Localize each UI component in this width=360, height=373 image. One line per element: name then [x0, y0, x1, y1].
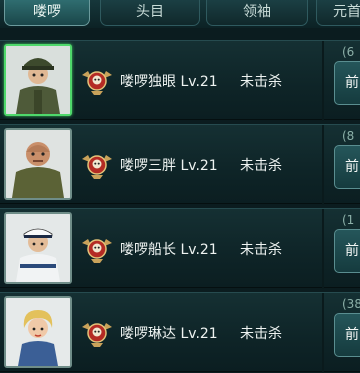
- enemy-name: 喽啰琳达 Lv.21: [120, 326, 218, 342]
- go-button[interactable]: 前: [334, 61, 360, 105]
- go-button[interactable]: 前: [334, 229, 360, 273]
- linda-portrait-icon[interactable]: [4, 296, 72, 368]
- officer-portrait-icon[interactable]: [4, 44, 72, 116]
- enemy-name: 喽啰独眼 Lv.21: [120, 74, 218, 90]
- enemy-row[interactable]: 喽啰船长 Lv.21 未击杀 (1 前: [0, 208, 360, 289]
- kill-status: 未击杀: [240, 242, 282, 258]
- winged-skull-emblem-icon: [82, 323, 112, 347]
- captain-portrait-icon[interactable]: [4, 212, 72, 284]
- count-label: (38: [342, 297, 360, 311]
- enemy-row[interactable]: 喽啰三胖 Lv.21 未击杀 (8 前: [0, 124, 360, 205]
- winged-skull-emblem-icon: [82, 239, 112, 263]
- tab-leader[interactable]: 领袖: [206, 0, 308, 26]
- kill-status: 未击杀: [240, 74, 282, 90]
- divider: [322, 293, 324, 373]
- kill-status: 未击杀: [240, 158, 282, 174]
- bald-soldier-portrait-icon[interactable]: [4, 128, 72, 200]
- enemy-name: 喽啰三胖 Lv.21: [120, 158, 218, 174]
- tab-head-of-state[interactable]: 元首: [316, 0, 360, 26]
- enemy-name: 喽啰船长 Lv.21: [120, 242, 218, 258]
- enemy-row[interactable]: 喽啰琳达 Lv.21 未击杀 (38 前: [0, 292, 360, 373]
- divider: [322, 41, 324, 121]
- tab-boss[interactable]: 头目: [100, 0, 200, 26]
- count-label: (6: [342, 45, 355, 59]
- count-label: (8: [342, 129, 355, 143]
- go-button[interactable]: 前: [334, 145, 360, 189]
- divider: [322, 209, 324, 289]
- kill-status: 未击杀: [240, 326, 282, 342]
- count-label: (1: [342, 213, 355, 227]
- divider: [322, 125, 324, 205]
- tab-bar: 喽啰 头目 领袖 元首: [0, 0, 360, 28]
- winged-skull-emblem-icon: [82, 71, 112, 95]
- tab-minion[interactable]: 喽啰: [4, 0, 90, 26]
- enemy-row[interactable]: 喽啰独眼 Lv.21 未击杀 (6 前: [0, 40, 360, 121]
- winged-skull-emblem-icon: [82, 155, 112, 179]
- go-button[interactable]: 前: [334, 313, 360, 357]
